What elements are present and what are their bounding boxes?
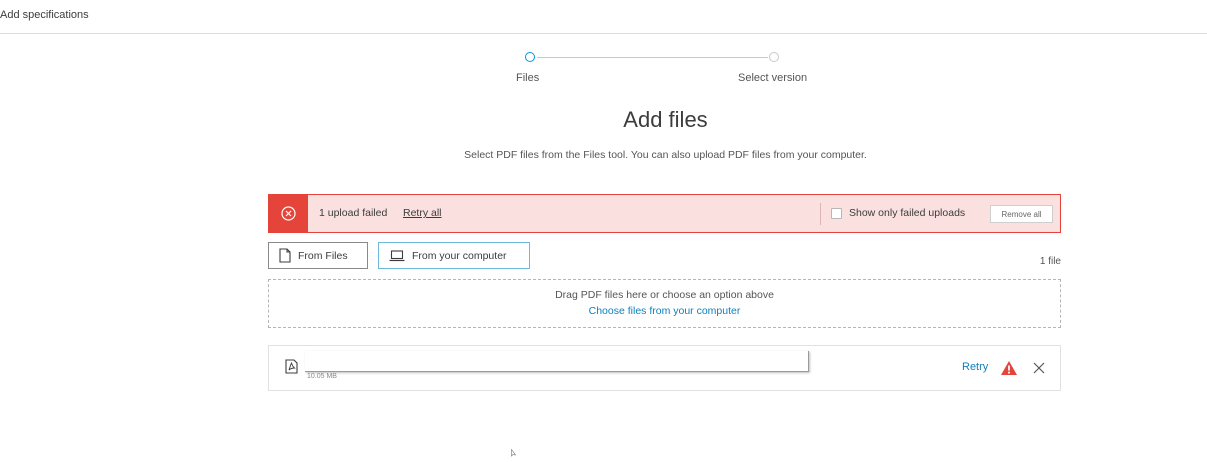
document-icon	[279, 248, 291, 263]
warning-triangle-icon	[1000, 360, 1018, 381]
step-label-select-version: Select version	[738, 72, 808, 84]
from-files-button[interactable]: From Files	[268, 242, 368, 269]
show-only-failed-checkbox[interactable]	[831, 208, 842, 219]
retry-all-link[interactable]: Retry all	[403, 207, 442, 219]
stepper-connector	[537, 57, 768, 58]
file-name-field	[305, 351, 809, 372]
mouse-cursor-icon	[511, 444, 517, 462]
pdf-icon	[285, 359, 298, 379]
error-circle-x-icon	[281, 206, 296, 221]
dropzone-text: Drag PDF files here or choose an option …	[555, 289, 774, 301]
choose-files-link[interactable]: Choose files from your computer	[269, 305, 1060, 317]
stepper: Files Select version	[0, 0, 1207, 90]
file-count: 1 file	[1039, 256, 1061, 267]
retry-upload-link[interactable]: Retry	[962, 361, 988, 373]
upload-error-banner: 1 upload failed Retry all Show only fail…	[268, 194, 1061, 233]
laptop-icon	[389, 249, 405, 262]
show-only-failed-label[interactable]: Show only failed uploads	[849, 207, 965, 219]
step-label-files: Files	[516, 72, 540, 84]
file-size: 10.05 MB	[307, 373, 337, 380]
remove-all-button[interactable]: Remove all	[990, 205, 1053, 223]
banner-divider	[820, 203, 821, 225]
page-subtitle: Select PDF files from the Files tool. Yo…	[464, 149, 867, 161]
file-dropzone[interactable]: Drag PDF files here or choose an option …	[268, 279, 1061, 328]
from-computer-label: From your computer	[412, 249, 507, 262]
from-computer-button[interactable]: From your computer	[378, 242, 530, 269]
error-icon-box	[269, 195, 308, 232]
step-dot-files	[525, 52, 535, 62]
from-files-label: From Files	[298, 249, 348, 262]
upload-failed-message: 1 upload failed	[319, 207, 388, 219]
file-list-item: 10.05 MB Retry	[268, 345, 1061, 391]
close-icon[interactable]	[1033, 361, 1045, 379]
step-dot-select-version	[769, 52, 779, 62]
page-title: Add files	[623, 107, 708, 132]
